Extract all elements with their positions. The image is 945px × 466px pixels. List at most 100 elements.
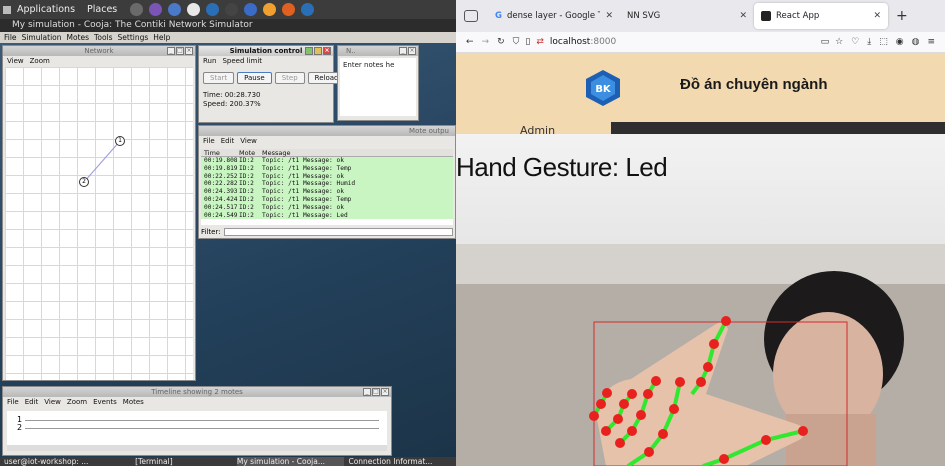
filter-input[interactable] bbox=[223, 228, 453, 236]
taskbar-connection-info[interactable]: Connection Informat... bbox=[348, 457, 456, 466]
col-mote[interactable]: Mote bbox=[239, 149, 262, 157]
output-menu-view[interactable]: View bbox=[240, 137, 257, 145]
notes-textarea[interactable]: Enter notes he bbox=[340, 58, 416, 116]
timeline-scrollbar[interactable] bbox=[7, 445, 387, 451]
network-menu-view[interactable]: View bbox=[7, 57, 24, 65]
sidebar-admin[interactable]: Admin bbox=[456, 122, 611, 134]
pause-button[interactable]: Pause bbox=[237, 72, 272, 84]
menu-file[interactable]: File bbox=[4, 32, 17, 43]
launcher-1-icon[interactable] bbox=[149, 3, 163, 16]
log-row[interactable]: 00:24.517 ID:2 Topic: /t1 Message: ok bbox=[201, 203, 453, 212]
taskbar-terminal[interactable]: [Terminal] bbox=[135, 457, 233, 466]
step-button[interactable]: Step bbox=[274, 72, 305, 84]
close-icon[interactable]: ✕ bbox=[873, 11, 881, 21]
simulation-control-titlebar[interactable]: Simulation control × bbox=[199, 46, 333, 56]
launcher-4-icon[interactable] bbox=[206, 3, 220, 16]
mote-output-window: Mote outpu File Edit View Time Mote Mess… bbox=[198, 125, 456, 239]
reload-icon[interactable]: ↻ bbox=[497, 37, 505, 47]
timeline-titlebar[interactable]: Timeline showing 2 motes _ □ × bbox=[3, 387, 391, 397]
menu-motes[interactable]: Motes bbox=[67, 32, 90, 43]
maximize-icon[interactable] bbox=[314, 47, 322, 55]
launcher-6-icon[interactable] bbox=[244, 3, 258, 16]
timeline-menu-motes[interactable]: Motes bbox=[123, 398, 144, 406]
log-row[interactable]: 00:24.393 ID:2 Topic: /t1 Message: ok bbox=[201, 188, 453, 196]
url-bar[interactable]: ⛉ ▯ ⇄ localhost:8000 ▭ ☆ bbox=[513, 37, 844, 47]
mote-output-titlebar[interactable]: Mote outpu bbox=[199, 126, 455, 136]
log-message: Topic: /t1 Message: ok bbox=[262, 157, 344, 164]
launcher-2-icon[interactable] bbox=[168, 3, 182, 16]
mote-2[interactable]: 2 bbox=[79, 177, 89, 187]
close-icon[interactable]: ✕ bbox=[739, 11, 747, 21]
close-icon[interactable]: ✕ bbox=[605, 11, 613, 21]
sim-menu-run[interactable]: Run bbox=[203, 57, 216, 65]
launcher-5-icon[interactable] bbox=[225, 3, 239, 16]
bookmark-star-icon[interactable]: ☆ bbox=[835, 37, 843, 47]
places-menu[interactable]: Places bbox=[81, 4, 123, 15]
mote-1[interactable]: 1 bbox=[115, 136, 125, 146]
notes-titlebar[interactable]: N.. _ × bbox=[338, 46, 418, 56]
account-icon[interactable]: ◉ bbox=[896, 37, 904, 47]
start-button[interactable]: Start bbox=[203, 72, 235, 84]
menu-icon[interactable]: ≡ bbox=[927, 37, 935, 47]
log-row[interactable]: 00:19.808 ID:2 Topic: /t1 Message: ok bbox=[201, 157, 453, 165]
timeline-menu-view[interactable]: View bbox=[44, 398, 61, 406]
network-titlebar[interactable]: Network _ □ × bbox=[3, 46, 195, 56]
log-row[interactable]: 00:22.282 ID:2 Topic: /t1 Message: Humid bbox=[201, 180, 453, 189]
log-row[interactable]: 00:24.424 ID:2 Topic: /t1 Message: Temp bbox=[201, 195, 453, 204]
menu-settings[interactable]: Settings bbox=[118, 32, 149, 43]
minimize-icon[interactable] bbox=[305, 47, 313, 55]
network-menu-zoom[interactable]: Zoom bbox=[30, 57, 50, 65]
close-icon[interactable]: × bbox=[323, 47, 331, 55]
output-menu-edit[interactable]: Edit bbox=[221, 137, 235, 145]
shield-icon[interactable]: ⛉ bbox=[513, 37, 520, 47]
col-message[interactable]: Message bbox=[262, 149, 453, 157]
taskbar-terminal-user[interactable]: user@iot-workshop: ... bbox=[4, 457, 131, 466]
permissions-icon[interactable]: ⇄ bbox=[536, 37, 544, 47]
launcher-0-icon[interactable] bbox=[130, 3, 144, 16]
applications-menu[interactable]: Applications bbox=[11, 4, 81, 15]
sim-menu-speed-limit[interactable]: Speed limit bbox=[222, 57, 262, 65]
profile-icon[interactable]: ◍ bbox=[912, 37, 920, 47]
tab-title: React App bbox=[776, 11, 820, 21]
menu-simulation[interactable]: Simulation bbox=[22, 32, 62, 43]
back-icon[interactable]: ← bbox=[466, 37, 474, 47]
tab-list-icon[interactable] bbox=[464, 10, 478, 22]
launcher-9-icon[interactable] bbox=[301, 3, 315, 16]
launcher-8-icon[interactable] bbox=[282, 3, 296, 16]
close-icon[interactable]: × bbox=[381, 388, 389, 396]
menu-help[interactable]: Help bbox=[153, 32, 170, 43]
log-message: Topic: /t1 Message: Temp bbox=[262, 164, 352, 172]
close-icon[interactable]: × bbox=[408, 47, 416, 55]
taskbar-cooja[interactable]: My simulation - Cooja... bbox=[236, 457, 345, 466]
output-menu-file[interactable]: File bbox=[203, 137, 215, 145]
log-row[interactable]: 00:22.252 ID:2 Topic: /t1 Message: ok bbox=[201, 172, 453, 181]
forward-icon[interactable]: → bbox=[482, 37, 490, 47]
log-time: 00:19.808 bbox=[204, 157, 238, 164]
minimize-icon[interactable]: _ bbox=[399, 47, 407, 55]
tab-nn-svg[interactable]: NN SVG ✕ bbox=[620, 3, 754, 29]
downloads-icon[interactable]: ⤓ bbox=[867, 37, 871, 47]
minimize-icon[interactable]: _ bbox=[167, 47, 175, 55]
log-row[interactable]: 00:19.819 ID:2 Topic: /t1 Message: Temp bbox=[201, 164, 453, 173]
new-tab-button[interactable]: + bbox=[896, 8, 908, 24]
menu-tools[interactable]: Tools bbox=[94, 32, 112, 43]
minimize-icon[interactable]: _ bbox=[363, 388, 371, 396]
timeline-menu-zoom[interactable]: Zoom bbox=[67, 398, 87, 406]
log-row[interactable]: 00:24.549 ID:2 Topic: /t1 Message: Led bbox=[201, 211, 453, 220]
timeline-menu-edit[interactable]: Edit bbox=[25, 398, 39, 406]
timeline-menu-file[interactable]: File bbox=[7, 398, 19, 406]
maximize-icon[interactable]: □ bbox=[372, 388, 380, 396]
launcher-3-icon[interactable] bbox=[187, 3, 201, 16]
close-icon[interactable]: × bbox=[185, 47, 193, 55]
launcher-7-icon[interactable] bbox=[263, 3, 277, 16]
pocket-icon[interactable]: ♡ bbox=[851, 37, 859, 47]
timeline-canvas[interactable]: 1 2 bbox=[7, 411, 387, 451]
network-canvas[interactable]: 1 2 bbox=[5, 67, 193, 380]
maximize-icon[interactable]: □ bbox=[176, 47, 184, 55]
timeline-menu-events[interactable]: Events bbox=[93, 398, 117, 406]
tab-react-app[interactable]: React App ✕ bbox=[754, 3, 888, 29]
extensions-icon[interactable]: ⬚ bbox=[879, 37, 888, 47]
col-time[interactable]: Time bbox=[201, 149, 239, 157]
tab-google-search[interactable]: G dense layer - Google Tìm kiếm ✕ bbox=[488, 3, 620, 29]
reader-view-icon[interactable]: ▭ bbox=[821, 37, 830, 47]
